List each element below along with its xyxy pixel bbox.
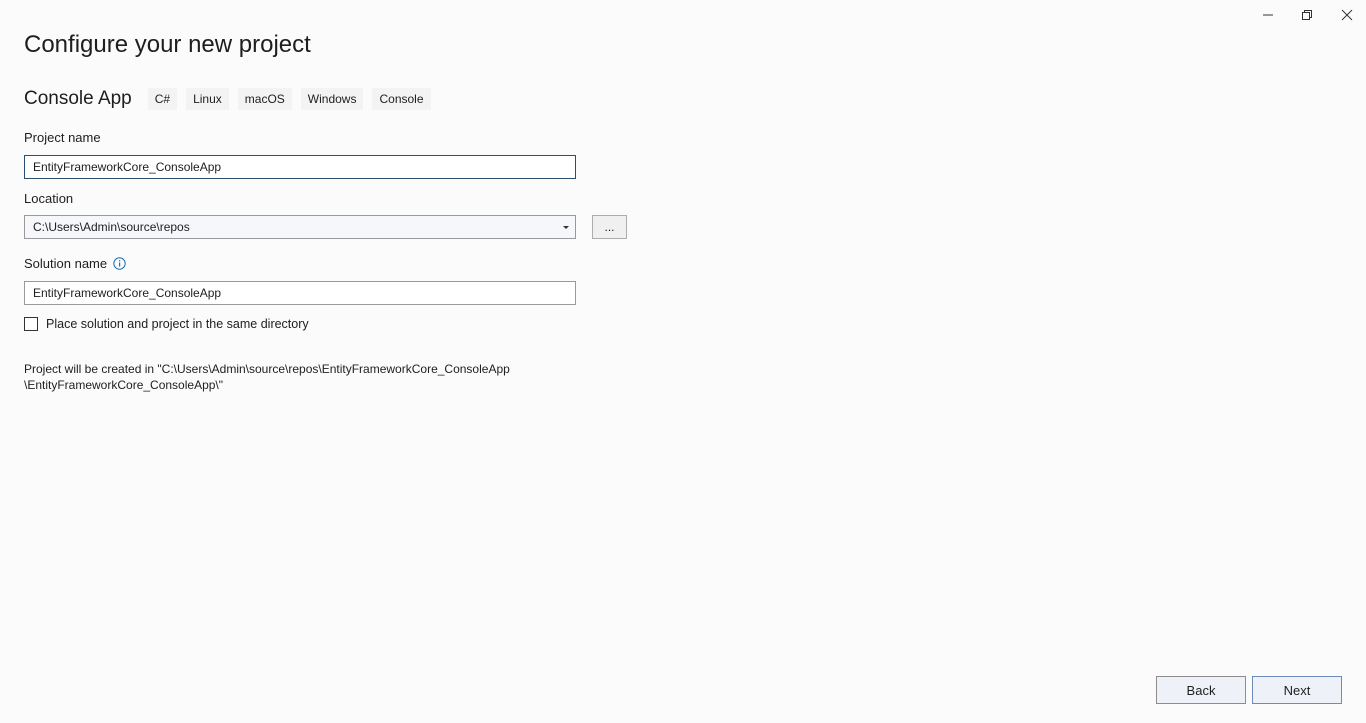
solution-name-label-text: Solution name (24, 256, 108, 271)
tag-windows: Windows (300, 88, 364, 110)
tag-macos: macOS (237, 88, 292, 110)
project-path-note: Project will be created in "C:\Users\Adm… (24, 361, 624, 393)
page-title: Configure your new project (24, 31, 311, 58)
tag-csharp: C# (147, 88, 178, 110)
project-name-label: Project name (24, 130, 101, 145)
tag-linux: Linux (186, 88, 229, 110)
next-button[interactable]: Next (1252, 676, 1342, 704)
same-directory-label: Place solution and project in the same d… (46, 317, 309, 331)
solution-name-label: Solution name (24, 256, 126, 271)
solution-name-input[interactable]: EntityFrameworkCore_ConsoleApp (24, 281, 576, 305)
configure-project-window: Configure your new project Console App C… (0, 0, 1366, 723)
project-path-line1: Project will be created in "C:\Users\Adm… (24, 362, 510, 376)
same-directory-option[interactable]: Place solution and project in the same d… (24, 317, 309, 331)
project-name-input[interactable]: EntityFrameworkCore_ConsoleApp (24, 155, 576, 179)
info-icon[interactable] (113, 257, 126, 270)
browse-button[interactable]: ... (592, 215, 627, 239)
restore-button[interactable] (1287, 4, 1327, 26)
solution-name-value: EntityFrameworkCore_ConsoleApp (33, 286, 222, 300)
project-name-label-text: Project name (24, 130, 101, 145)
location-dropdown[interactable]: C:\Users\Admin\source\repos (24, 215, 576, 239)
template-name: Console App (24, 88, 132, 109)
dropdown-arrow-icon (562, 225, 570, 230)
project-path-line2: \EntityFrameworkCore_ConsoleApp\" (24, 378, 224, 392)
same-directory-checkbox[interactable] (24, 317, 38, 331)
restore-icon (1301, 9, 1313, 21)
back-button[interactable]: Back (1156, 676, 1246, 704)
tag-console: Console (372, 88, 431, 110)
template-header: Console App C# Linux macOS Windows Conso… (24, 86, 440, 112)
location-label: Location (24, 191, 73, 206)
location-label-text: Location (24, 191, 74, 206)
close-button[interactable] (1327, 4, 1366, 26)
minimize-icon (1262, 9, 1274, 21)
minimize-button[interactable] (1248, 4, 1288, 26)
location-value: C:\Users\Admin\source\repos (33, 220, 190, 234)
project-name-value: EntityFrameworkCore_ConsoleApp (33, 160, 222, 174)
close-icon (1341, 9, 1353, 21)
